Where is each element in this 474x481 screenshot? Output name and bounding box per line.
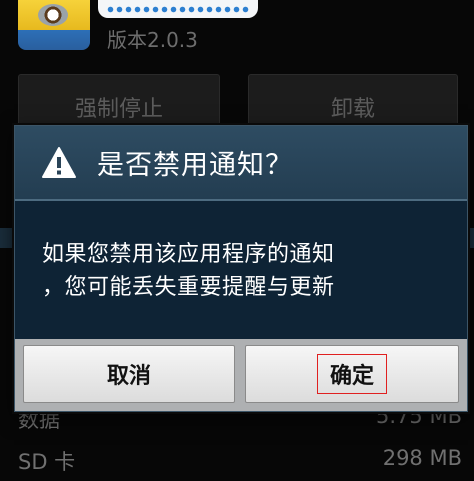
app-version: 版本2.0.3 xyxy=(107,28,198,52)
uninstall-button[interactable]: 卸载 xyxy=(248,74,458,132)
dialog-title-bar: 是否禁用通知？ xyxy=(15,126,467,201)
storage-sd-label: SD 卡 xyxy=(18,450,76,474)
dialog-title: 是否禁用通知？ xyxy=(97,150,293,181)
minion-goggle-icon xyxy=(38,4,68,26)
force-stop-label: 强制停止 xyxy=(74,97,163,122)
uninstall-label: 卸载 xyxy=(330,97,375,122)
cancel-label: 取消 xyxy=(106,364,151,389)
storage-sd-value: 298 MB xyxy=(382,446,462,470)
app-icon xyxy=(18,0,90,50)
dialog-button-bar: 取消 确定 xyxy=(15,339,467,411)
dots-pattern xyxy=(106,5,250,13)
cancel-button[interactable]: 取消 xyxy=(23,345,235,403)
ok-button[interactable]: 确定 xyxy=(245,345,459,403)
force-stop-button[interactable]: 强制停止 xyxy=(18,74,220,132)
ok-label: 确定 xyxy=(316,354,387,394)
app-name-banner xyxy=(98,0,258,18)
dialog-message-line-1: 如果您禁用该应用程序的通知 xyxy=(42,242,335,267)
dialog-message-line-2: ，您可能丢失重要提醒与更新 xyxy=(42,275,335,300)
warning-triangle-icon xyxy=(41,146,77,180)
dialog-message: 如果您禁用该应用程序的通知 ，您可能丢失重要提醒与更新 xyxy=(42,238,442,304)
disable-notifications-dialog: 是否禁用通知？ 如果您禁用该应用程序的通知 ，您可能丢失重要提醒与更新 取消 确… xyxy=(14,125,468,412)
storage-row-sd: SD 卡 298 MB xyxy=(18,446,462,476)
